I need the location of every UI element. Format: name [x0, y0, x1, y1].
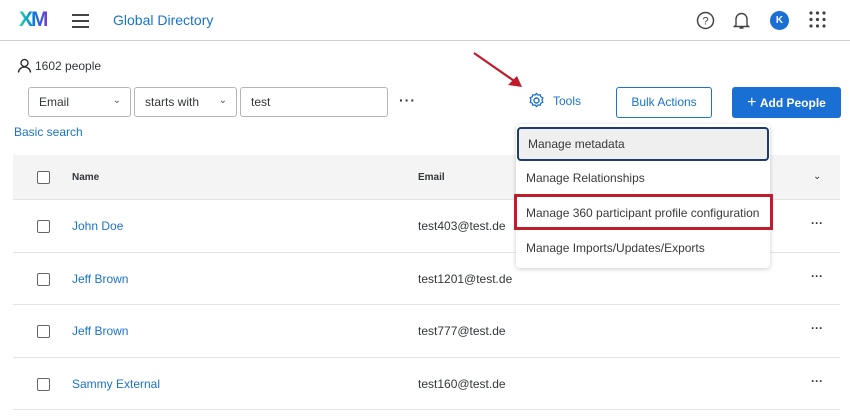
add-people-button[interactable]: + Add People: [732, 87, 841, 118]
row-actions-icon[interactable]: ···: [811, 216, 823, 230]
row-checkbox[interactable]: [37, 220, 50, 233]
people-count-text: 1602 people: [35, 58, 102, 73]
person-name-link[interactable]: Sammy External: [72, 377, 160, 391]
column-header-name[interactable]: Name: [72, 172, 99, 183]
highlight-box: [514, 194, 773, 230]
select-all-checkbox[interactable]: [37, 171, 50, 184]
avatar[interactable]: K: [770, 11, 789, 30]
search-value-input[interactable]: test: [240, 87, 388, 117]
tools-button[interactable]: Tools: [528, 92, 581, 109]
xm-logo[interactable]: XM: [19, 8, 48, 32]
chevron-down-icon[interactable]: ⌄: [813, 171, 821, 182]
table-row: Sammy External test160@test.de ···: [13, 358, 840, 410]
plus-icon: +: [747, 94, 757, 111]
row-checkbox[interactable]: [37, 377, 50, 391]
row-checkbox[interactable]: [37, 325, 50, 338]
person-name-link[interactable]: Jeff Brown: [72, 272, 128, 286]
app-title[interactable]: Global Directory: [113, 12, 213, 28]
column-header-email[interactable]: Email: [418, 172, 445, 183]
person-email: test777@test.de: [418, 324, 506, 338]
person-email: test1201@test.de: [418, 271, 513, 286]
chevron-down-icon: ⌄: [112, 95, 121, 106]
people-count: 1602 people: [17, 58, 101, 73]
person-email: test403@test.de: [418, 219, 506, 233]
operator-select[interactable]: starts with ⌄: [134, 87, 237, 117]
menu-icon[interactable]: [72, 14, 89, 32]
person-name-link[interactable]: John Doe: [72, 219, 123, 233]
person-email: test160@test.de: [418, 376, 506, 391]
annotation-arrow: [473, 52, 522, 87]
table-row: Jeff Brown test777@test.de ···: [13, 305, 840, 358]
menu-item-manage-metadata[interactable]: Manage metadata: [517, 127, 769, 161]
field-select-value: Email: [39, 95, 70, 109]
apps-grid-icon[interactable]: [809, 11, 826, 28]
row-actions-icon[interactable]: ···: [811, 321, 823, 335]
tools-label: Tools: [553, 93, 582, 108]
bell-icon[interactable]: [733, 11, 750, 30]
person-icon: [17, 58, 32, 73]
gear-icon: [529, 92, 544, 108]
chevron-down-icon: ⌄: [218, 95, 227, 106]
top-bar: XM Global Directory ? K: [0, 0, 850, 41]
menu-item-manage-relationships[interactable]: Manage Relationships: [516, 161, 770, 195]
add-people-label: Add People: [759, 96, 826, 110]
svg-text:?: ?: [702, 16, 708, 28]
person-name-link[interactable]: Jeff Brown: [72, 324, 128, 338]
menu-item-manage-imports[interactable]: Manage Imports/Updates/Exports: [516, 231, 770, 265]
field-select[interactable]: Email ⌄: [28, 87, 131, 117]
bulk-actions-button[interactable]: Bulk Actions: [616, 87, 712, 118]
row-actions-icon[interactable]: ···: [811, 374, 823, 388]
help-icon[interactable]: ?: [696, 11, 715, 30]
row-actions-icon[interactable]: ···: [811, 269, 823, 283]
more-options-icon[interactable]: ···: [399, 92, 416, 108]
basic-search-link[interactable]: Basic search: [14, 125, 83, 139]
operator-select-value: starts with: [145, 95, 200, 109]
row-checkbox[interactable]: [37, 272, 50, 286]
